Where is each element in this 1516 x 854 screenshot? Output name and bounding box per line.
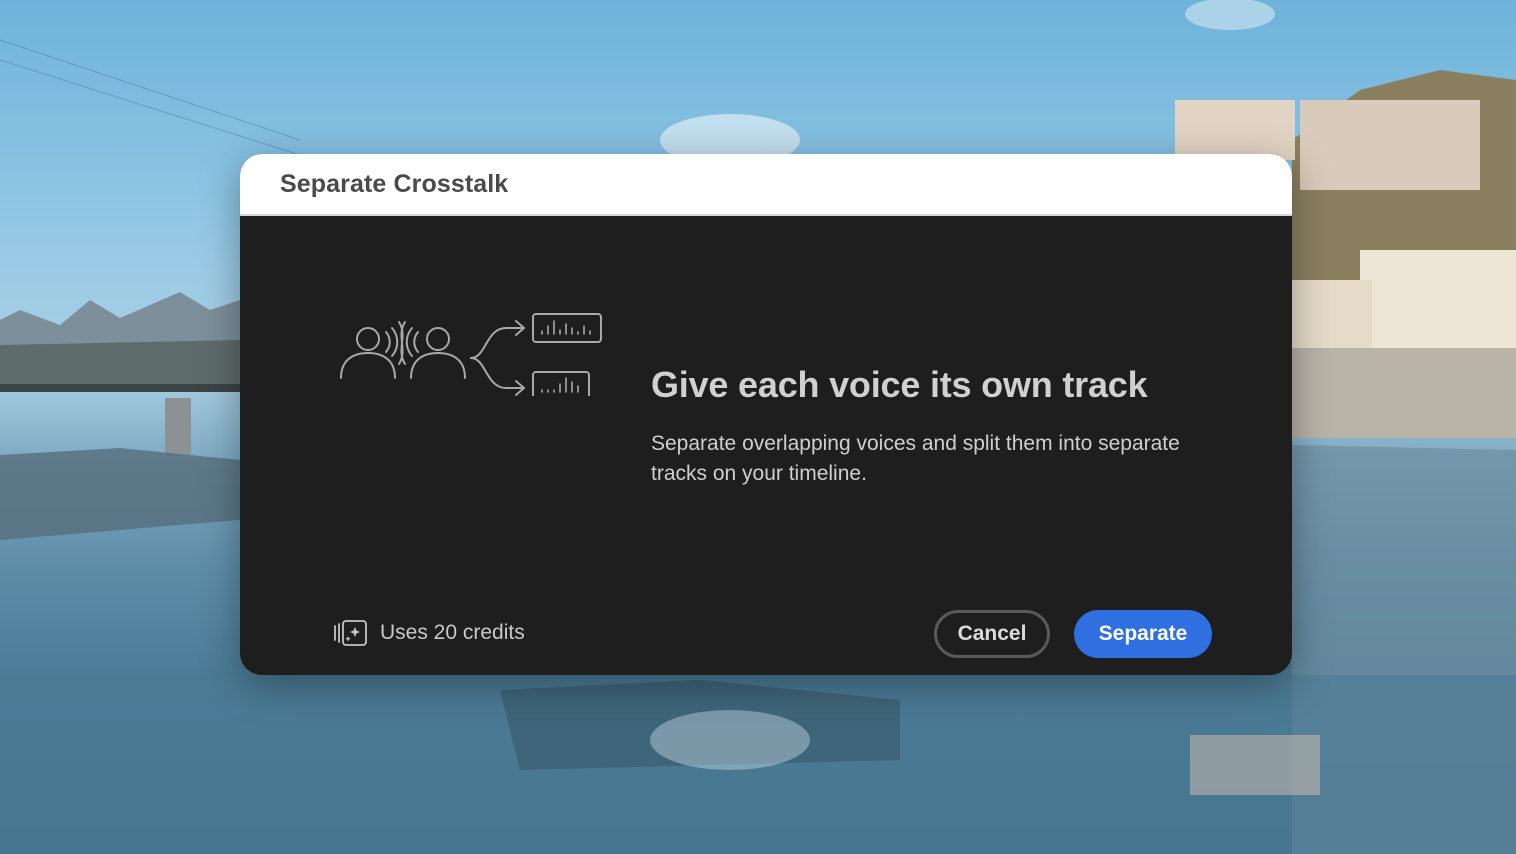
crosstalk-split-illustration-icon	[340, 313, 602, 396]
separate-button[interactable]: Separate	[1074, 610, 1212, 658]
dialog-description: Separate overlapping voices and split th…	[651, 432, 1180, 485]
dialog-title: Separate Crosstalk	[280, 169, 509, 198]
cancel-button[interactable]: Cancel	[934, 610, 1050, 658]
dialog-headline: Give each voice its own track	[651, 364, 1148, 405]
credits-label: Uses 20 credits	[380, 621, 525, 644]
dialog-header: Separate Crosstalk	[240, 154, 1292, 216]
separate-crosstalk-dialog: Separate Crosstalk Give each voice its o…	[240, 154, 1292, 675]
generative-credits-icon	[334, 620, 367, 646]
dialog-body: Give each voice its own track Separate o…	[240, 216, 1292, 675]
credits-info: Uses 20 credits	[333, 619, 525, 647]
